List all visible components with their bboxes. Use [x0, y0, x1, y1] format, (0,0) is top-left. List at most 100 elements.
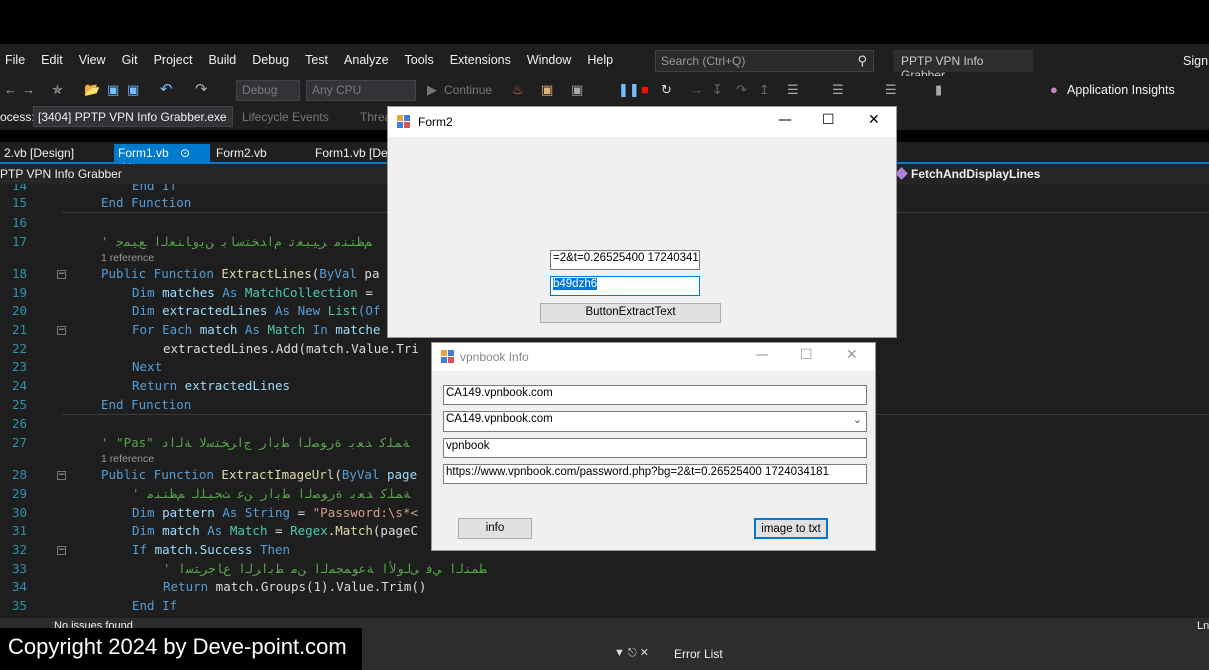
pin-icon[interactable]: ⊙ [180, 146, 190, 160]
line-number: 20 [11, 303, 27, 318]
extract-text-button[interactable]: ButtonExtractText [540, 303, 721, 323]
code-line-29: ' ﺔﻤﻠﻛ ﺪﻌﺑ ﺓﺭﻮﺼﻟﺍ ﻂﺑﺍﺭ ﻦﻋ ﺚﺤﺒﻠﻟ ﻢﻈﺘﻨﻣ [132, 486, 411, 501]
collapse-icon[interactable]: − [57, 546, 66, 555]
collapse-icon[interactable]: − [57, 471, 66, 480]
tab-form1-design[interactable]: Form1.vb [De [311, 144, 392, 164]
format-icon[interactable]: ☰ [885, 82, 897, 98]
code-line-17: ' ﻢﻈﺘﻨﻣ ﺮﻴﺒﻌﺗ ﻡﺍﺪﺨﺘﺳﺎﺑ ﻦﻳﻭﺎﻨﻌﻟﺍ ﻊﻴﻤﺟ [101, 234, 372, 249]
minimize-icon[interactable]: — [755, 347, 769, 363]
line-number: 19 [11, 285, 27, 300]
error-list-tab[interactable]: Error List [674, 647, 723, 661]
project-dropdown[interactable]: PTP VPN Info Grabber [0, 167, 122, 181]
line-number: 28 [11, 467, 27, 482]
chevron-down-icon[interactable]: ⌄ [853, 413, 862, 426]
collapse-icon[interactable]: − [57, 326, 66, 335]
username-field[interactable]: vpnbook [443, 438, 867, 458]
server-field[interactable]: CA149.vpnbook.com [443, 385, 867, 405]
line-number: 32 [11, 542, 27, 557]
pin-icon[interactable]: ▼ ⎋ ✕ [614, 646, 649, 660]
menu-extensions[interactable]: Extensions [442, 53, 519, 67]
maximize-icon[interactable]: ☐ [800, 347, 813, 363]
code-line-31: Dim match As Match = Regex.Match(pageC [132, 523, 419, 538]
code-line-21: For Each match As Match In matche [132, 322, 381, 337]
screen-top-blank [0, 0, 1209, 44]
form2-title-bar[interactable]: Form2 — ☐ ✕ [388, 107, 896, 137]
code-line-20: Dim extractedLines As New List(Of [132, 303, 381, 318]
tab-label: Form1.vb [118, 146, 169, 160]
continue-icon[interactable]: ▶ [427, 82, 437, 98]
menu-git[interactable]: Git [114, 53, 146, 67]
form2-window: Form2 — ☐ ✕ =2&t=0.26525400 1724034181 b… [387, 106, 897, 338]
step-over-icon[interactable]: ↷ [736, 82, 747, 98]
save-icon[interactable]: ▣ [107, 82, 119, 98]
code-line-18: Public Function ExtractLines(ByVal pa [101, 266, 380, 281]
undo-icon[interactable]: ↶ [160, 80, 173, 98]
menu-build[interactable]: Build [200, 53, 244, 67]
hot-reload-icon[interactable]: ♨ [512, 82, 524, 98]
collapse-icon[interactable]: − [57, 270, 66, 279]
extracted-text-field[interactable]: =2&t=0.26525400 1724034181 [550, 250, 700, 270]
save-all-icon[interactable]: ▣ [127, 82, 139, 98]
step-icon[interactable]: → [690, 82, 703, 97]
menu-debug[interactable]: Debug [244, 53, 297, 67]
tab-form2-vb[interactable]: Form2.vb [212, 144, 271, 164]
attach-icon[interactable]: ▣ [541, 82, 553, 98]
bookmark-icon[interactable]: ▮ [935, 82, 942, 98]
reference-count[interactable]: 1 reference [101, 252, 154, 264]
line-number: 33 [11, 561, 27, 576]
code-line-32: If match.Success Then [132, 542, 291, 557]
platform-dropdown[interactable]: Any CPU [306, 80, 416, 101]
vpnbook-info-window: vpnbook Info — ☐ ✕ CA149.vpnbook.com CA1… [431, 342, 876, 551]
menu-tools[interactable]: Tools [397, 53, 442, 67]
pause-icon[interactable]: ❚❚ [618, 82, 640, 98]
server-combobox[interactable]: CA149.vpnbook.com ⌄ [443, 411, 867, 432]
form-icon [397, 115, 410, 128]
config-dropdown[interactable]: Debug [236, 80, 300, 101]
form2-title: Form2 [418, 115, 453, 129]
menu-view[interactable]: View [71, 53, 114, 67]
maximize-icon[interactable]: ☐ [822, 112, 835, 128]
redo-icon[interactable]: ↷ [195, 80, 208, 98]
menu-window[interactable]: Window [519, 53, 579, 67]
code-line-27: ' "Pas" ﺔﻤﻠﻛ ﺪﻌﺑ ﺓﺭﻮﺼﻟﺍ ﻂﺑﺍﺭ ﺝﺍﺮﺨﺘﺳﻻ ﺔﻟﺍ… [101, 435, 410, 450]
search-input[interactable]: Search (Ctrl+Q) ⚲ [655, 50, 874, 72]
application-insights-button[interactable]: Application Insights [1067, 83, 1175, 97]
line-number: 26 [11, 416, 27, 431]
reference-count[interactable]: 1 reference [101, 453, 154, 465]
menu-project[interactable]: Project [146, 53, 201, 67]
member-dropdown[interactable]: FetchAndDisplayLines [911, 167, 1040, 181]
menu-analyze[interactable]: Analyze [336, 53, 396, 67]
sign-in-link[interactable]: Sign [1183, 54, 1208, 68]
minimize-icon[interactable]: — [778, 112, 792, 128]
lifecycle-events-dropdown[interactable]: Lifecycle Events [242, 110, 329, 124]
threads-icon[interactable]: ☰ [832, 82, 844, 98]
image-to-txt-button[interactable]: image to txt [754, 518, 828, 539]
hex-icon[interactable]: ☰ [787, 82, 799, 98]
back-icon[interactable]: ← [4, 82, 17, 97]
step-into-icon[interactable]: ↧ [712, 82, 723, 98]
restart-icon[interactable]: ↻ [661, 82, 672, 98]
menu-edit[interactable]: Edit [33, 53, 71, 67]
step-out-icon[interactable]: ↥ [759, 82, 770, 98]
forward-icon[interactable]: → [22, 82, 35, 97]
new-project-icon[interactable]: ✯ [52, 82, 63, 98]
line-number: 17 [11, 234, 27, 249]
close-icon[interactable]: ✕ [868, 112, 880, 128]
menu-test[interactable]: Test [297, 53, 336, 67]
password-field[interactable]: b49dzh6 [550, 276, 700, 296]
continue-button[interactable]: Continue [444, 83, 492, 97]
process-dropdown[interactable]: [3404] PPTP VPN Info Grabber.exe [33, 106, 233, 127]
password-url-field[interactable]: https://www.vpnbook.com/password.php?bg=… [443, 464, 867, 484]
menu-help[interactable]: Help [579, 53, 621, 67]
tab-form2-design[interactable]: 2.vb [Design] [0, 144, 78, 164]
screenshot-icon[interactable]: ▣ [571, 82, 583, 98]
line-number: 23 [11, 359, 27, 374]
stop-icon[interactable]: ■ [641, 82, 649, 97]
info-button[interactable]: info [458, 518, 532, 539]
vpnbook-title-bar[interactable]: vpnbook Info — ☐ ✕ [432, 343, 875, 371]
tab-form1-vb[interactable]: Form1.vb ⊙ ✕ [114, 144, 210, 174]
close-icon[interactable]: ✕ [846, 347, 858, 363]
line-number: 24 [11, 378, 27, 393]
open-folder-icon[interactable]: 📂 [84, 82, 100, 98]
menu-file[interactable]: File [0, 53, 33, 67]
